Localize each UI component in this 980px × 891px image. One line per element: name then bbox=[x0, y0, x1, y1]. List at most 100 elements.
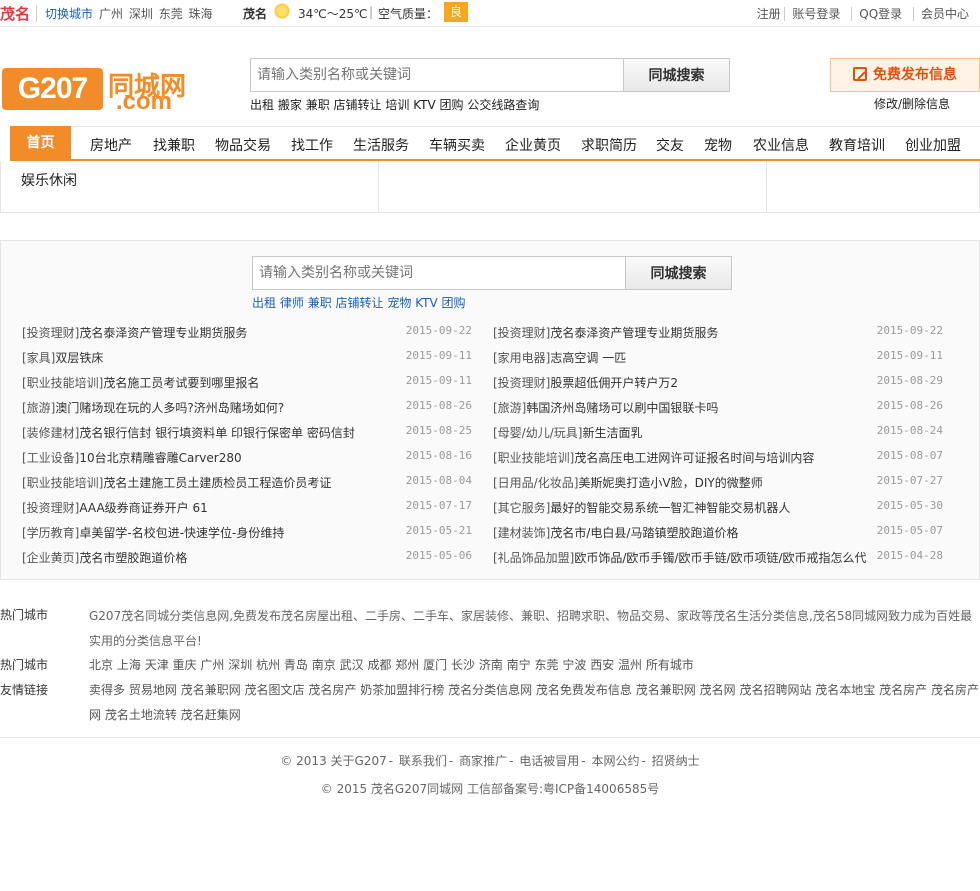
hot-link[interactable]: KTV bbox=[413, 98, 435, 112]
list-category[interactable]: [学历教育] bbox=[22, 526, 79, 540]
list-category[interactable]: [投资理财] bbox=[22, 501, 79, 515]
list-item[interactable]: [学历教育]卓美留学-名校包进-快速学位-身份维持 2015-05-21 bbox=[22, 524, 472, 549]
friend-link[interactable]: 茂名房产 bbox=[308, 683, 356, 697]
list-title[interactable]: 志高空调 一匹 bbox=[550, 351, 626, 365]
list-item[interactable]: [装修建材]茂名银行信封 银行填资料单 印银行保密单 密码信封 2015-08-2… bbox=[22, 424, 472, 449]
list-item[interactable]: [母婴/幼儿/玩具]新生洁面乳 2015-08-24 bbox=[493, 424, 943, 449]
list-title[interactable]: 欧币饰品/欧币手镯/欧币手链/欧币项链/欧币戒指怎么代 bbox=[574, 551, 866, 565]
nav-item[interactable]: 找工作 bbox=[291, 135, 333, 155]
city-link[interactable]: 东莞 bbox=[535, 658, 559, 672]
city-link[interactable]: 杭州 bbox=[256, 658, 280, 672]
site-logo[interactable]: G207 同城网 .com bbox=[0, 66, 210, 115]
friend-link[interactable]: 茂名分类信息网 bbox=[448, 683, 532, 697]
list-title[interactable]: 韩国济州岛赌场可以刷中国银联卡吗 bbox=[526, 401, 718, 415]
search-button[interactable]: 同城搜索 bbox=[623, 58, 730, 92]
list-item[interactable]: [礼品饰品加盟]欧币饰品/欧币手镯/欧币手链/欧币项链/欧币戒指怎么代 2015-… bbox=[493, 549, 943, 574]
switch-city-link[interactable]: 切换城市 bbox=[36, 5, 93, 22]
friend-link[interactable]: 茂名房产 bbox=[879, 683, 927, 697]
friend-link[interactable]: 卖得多 bbox=[89, 683, 125, 697]
list-title[interactable]: 茂名施工员考试要到哪里报名 bbox=[103, 376, 259, 390]
list-title[interactable]: 茂名高压电工进网许可证报名时间与培训内容 bbox=[574, 451, 814, 465]
top-city-link[interactable]: 广州 bbox=[99, 7, 123, 21]
city-link[interactable]: 重庆 bbox=[173, 658, 197, 672]
city-link[interactable]: 西安 bbox=[590, 658, 614, 672]
city-link[interactable]: 天津 bbox=[145, 658, 169, 672]
nav-item[interactable]: 创业加盟 bbox=[905, 135, 961, 155]
list-category[interactable]: [工业设备] bbox=[22, 451, 79, 465]
list-category[interactable]: [日用品/化妆品] bbox=[493, 476, 578, 490]
register-link[interactable]: 注册 bbox=[757, 7, 781, 21]
hot-link[interactable]: KTV bbox=[415, 296, 437, 310]
city-link[interactable]: 上海 bbox=[117, 658, 141, 672]
city-link[interactable]: 温州 bbox=[618, 658, 642, 672]
all-cities-link[interactable]: 所有城市 bbox=[646, 658, 694, 672]
list-title[interactable]: 茂名银行信封 银行填资料单 印银行保密单 密码信封 bbox=[79, 426, 354, 440]
qq-login-link[interactable]: QQ登录 bbox=[851, 7, 910, 21]
about-link[interactable]: © 2013 关于G207 bbox=[280, 754, 386, 768]
hot-link[interactable]: 出租 bbox=[252, 296, 276, 310]
list-title[interactable]: 澳门赌场现在玩的人多吗?济州岛赌场如何? bbox=[55, 401, 284, 415]
list-category[interactable]: [旅游] bbox=[22, 401, 55, 415]
top-city-link[interactable]: 珠海 bbox=[189, 7, 213, 21]
friend-link[interactable]: 茂名兼职网 bbox=[181, 683, 241, 697]
nav-item[interactable]: 农业信息 bbox=[753, 135, 809, 155]
list-item[interactable]: [投资理财]茂名泰泽资产管理专业期货服务 2015-09-22 bbox=[22, 324, 472, 349]
list-category[interactable]: [企业黄页] bbox=[22, 551, 79, 565]
promotion-link[interactable]: 商家推广 bbox=[459, 754, 507, 768]
hot-link[interactable]: 搬家 bbox=[278, 98, 302, 112]
contact-link[interactable]: 联系我们 bbox=[399, 754, 447, 768]
list-item[interactable]: [家具]双层铁床 2015-09-11 bbox=[22, 349, 472, 374]
phone-misuse-link[interactable]: 电话被冒用 bbox=[519, 754, 579, 768]
terms-link[interactable]: 本网公约 bbox=[591, 754, 639, 768]
list-item[interactable]: [家用电器]志高空调 一匹 2015-09-11 bbox=[493, 349, 943, 374]
list-title[interactable]: 茂名市/电白县/马踏镇塑胶跑道价格 bbox=[550, 526, 738, 540]
city-link[interactable]: 青岛 bbox=[284, 658, 308, 672]
list-item[interactable]: [投资理财]茂名泰泽资产管理专业期货服务 2015-09-22 bbox=[493, 324, 943, 349]
nav-item[interactable]: 教育培训 bbox=[829, 135, 885, 155]
city-link[interactable]: 南京 bbox=[312, 658, 336, 672]
list-title[interactable]: 茂名市塑胶跑道价格 bbox=[79, 551, 187, 565]
list-title[interactable]: 10台北京精雕睿雕Carver280 bbox=[79, 451, 241, 465]
publish-button[interactable]: 免费发布信息 bbox=[830, 58, 980, 92]
hot-link[interactable]: 培训 bbox=[385, 98, 409, 112]
top-city-link[interactable]: 东莞 bbox=[159, 7, 183, 21]
friend-link[interactable]: 茂名土地流转 bbox=[105, 708, 177, 722]
list-category[interactable]: [职业技能培训] bbox=[22, 376, 103, 390]
city-link[interactable]: 武汉 bbox=[340, 658, 364, 672]
friend-link[interactable]: 茂名免费发布信息 bbox=[536, 683, 632, 697]
friend-link[interactable]: 贸易地网 bbox=[129, 683, 177, 697]
friend-link[interactable]: 茂名兼职网 bbox=[636, 683, 696, 697]
nav-item[interactable]: 宠物 bbox=[704, 135, 732, 155]
hot-link[interactable]: 店铺转让 bbox=[334, 98, 382, 112]
section-search-button[interactable]: 同城搜索 bbox=[625, 256, 732, 290]
city-link[interactable]: 成都 bbox=[367, 658, 391, 672]
city-link[interactable]: 广州 bbox=[200, 658, 224, 672]
list-item[interactable]: [职业技能培训]茂名高压电工进网许可证报名时间与培训内容 2015-08-07 bbox=[493, 449, 943, 474]
list-title[interactable]: 卓美留学-名校包进-快速学位-身份维持 bbox=[79, 526, 284, 540]
city-link[interactable]: 厦门 bbox=[423, 658, 447, 672]
list-category[interactable]: [建材装饰] bbox=[493, 526, 550, 540]
city-link[interactable]: 深圳 bbox=[228, 658, 252, 672]
edit-delete-link[interactable]: 修改/删除信息 bbox=[874, 95, 950, 112]
list-category[interactable]: [其它服务] bbox=[493, 501, 550, 515]
list-item[interactable]: [其它服务]最好的智能交易系统一智汇神智能交易机器人 2015-05-30 bbox=[493, 499, 943, 524]
top-city-link[interactable]: 深圳 bbox=[129, 7, 153, 21]
city-link[interactable]: 南宁 bbox=[507, 658, 531, 672]
city-link[interactable]: 北京 bbox=[89, 658, 113, 672]
list-item[interactable]: [职业技能培训]茂名土建施工员土建质检员工程造价员考证 2015-08-04 bbox=[22, 474, 472, 499]
hot-link[interactable]: 宠物 bbox=[387, 296, 411, 310]
hot-link[interactable]: 兼职 bbox=[308, 296, 332, 310]
friend-link[interactable]: 茂名赶集网 bbox=[181, 708, 241, 722]
friend-link[interactable]: 茂名网 bbox=[700, 683, 736, 697]
city-link[interactable]: 济南 bbox=[479, 658, 503, 672]
nav-item[interactable]: 物品交易 bbox=[215, 135, 271, 155]
city-link[interactable]: 长沙 bbox=[451, 658, 475, 672]
list-title[interactable]: 股票超低佣开户转户万2 bbox=[550, 376, 678, 390]
list-category[interactable]: [家用电器] bbox=[493, 351, 550, 365]
nav-item[interactable]: 企业黄页 bbox=[505, 135, 561, 155]
hot-link[interactable]: 律师 bbox=[280, 296, 304, 310]
list-item[interactable]: [旅游]韩国济州岛赌场可以刷中国银联卡吗 2015-08-26 bbox=[493, 399, 943, 424]
list-category[interactable]: [职业技能培训] bbox=[493, 451, 574, 465]
list-title[interactable]: AAA级券商证券开户 61 bbox=[79, 501, 207, 515]
friend-link[interactable]: 茂名招聘网站 bbox=[739, 683, 811, 697]
